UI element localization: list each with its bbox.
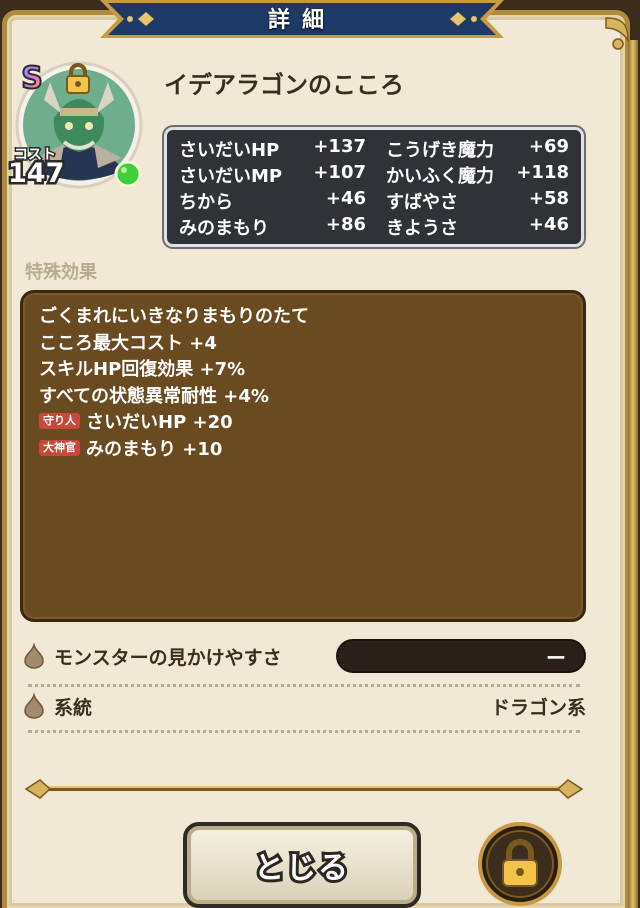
ornament-divider: [24, 779, 584, 799]
drop-icon: [24, 642, 44, 669]
stat-label: すばやさ: [386, 192, 458, 213]
job-tag-badge: 守り人: [39, 413, 80, 430]
job-tag-badge: 大神官: [39, 439, 80, 456]
stat-row: さいだいHP +137 こうげき魔力 +69: [179, 136, 569, 162]
effect-line: すべての状態異常耐性 +4%: [39, 382, 567, 409]
visibility-value-field: ー: [336, 639, 586, 673]
lineage-row: 系統 ドラゴン系: [20, 686, 586, 726]
lineage-label: 系統: [54, 696, 93, 719]
effect-line: スキルHP回復効果 +7%: [39, 355, 567, 382]
stats-box: さいだいHP +137 こうげき魔力 +69 さいだいMP +107 かいふく魔力 +1…: [164, 127, 584, 247]
stat-value: +118: [516, 162, 569, 183]
stat-value: +137: [313, 136, 366, 157]
stat-row: さいだいMP +107 かいふく魔力 +118: [179, 162, 569, 188]
green-orb-icon: [114, 160, 142, 188]
rank-s-icon: S: [20, 60, 44, 94]
divider-dotted: [28, 730, 580, 733]
visibility-label: モンスターの見かけやすさ: [54, 646, 282, 669]
frame-right-border: [628, 40, 638, 908]
special-effects-title: 特殊効果: [25, 262, 97, 283]
lock-toggle-button[interactable]: [478, 822, 562, 906]
stat-label: さいだいHP: [179, 140, 280, 161]
visibility-row: モンスターの見かけやすさ ー: [20, 636, 586, 676]
effect-text: こころ最大コスト +4: [39, 332, 217, 354]
stat-value: +46: [528, 214, 569, 235]
stat-label: こうげき魔力: [386, 140, 494, 161]
effect-text: スキルHP回復効果 +7%: [39, 359, 246, 381]
stat-value: +86: [325, 214, 366, 235]
effect-line: 大神官 みのまもり +10: [39, 435, 567, 462]
stat-value: +58: [528, 188, 569, 209]
cost-value: 147: [5, 156, 66, 192]
stat-label: みのまもり: [179, 218, 269, 239]
effect-line: こころ最大コスト +4: [39, 329, 567, 356]
drop-icon: [24, 692, 44, 719]
effect-line: 守り人 さいだいHP +20: [39, 408, 567, 435]
stat-label: かいふく魔力: [386, 166, 494, 187]
stat-label: さいだいMP: [179, 166, 283, 187]
lineage-value: ドラゴン系: [490, 696, 586, 719]
effect-text: さいだいHP +20: [86, 412, 233, 434]
lock-icon: [66, 63, 90, 94]
stat-label: きようさ: [386, 218, 458, 239]
special-effects-box: ごくまれにいきなりまもりのたて こころ最大コスト +4 スキルHP回復効果 +7…: [20, 290, 586, 622]
close-button[interactable]: とじる: [183, 822, 421, 908]
stat-value: +69: [528, 136, 569, 157]
stat-row: ちから +46 すばやさ +58: [179, 188, 569, 214]
svg-text:S: S: [21, 61, 43, 94]
title-banner: 詳細: [100, 0, 504, 38]
corner-ornament-icon: [605, 17, 629, 50]
effect-line: ごくまれにいきなりまもりのたて: [39, 302, 567, 329]
stat-row: みのまもり +86 きようさ +46: [179, 214, 569, 240]
stat-label: ちから: [179, 192, 233, 213]
effect-text: すべての状態異常耐性 +4%: [39, 385, 269, 407]
effect-text: みのまもり +10: [86, 438, 223, 460]
heart-name: イデアラゴンのこころ: [164, 71, 404, 99]
effect-text: ごくまれにいきなりまもりのたて: [39, 306, 309, 328]
window-title: 詳細: [267, 8, 336, 33]
stat-value: +46: [325, 188, 366, 209]
stat-value: +107: [313, 162, 366, 183]
